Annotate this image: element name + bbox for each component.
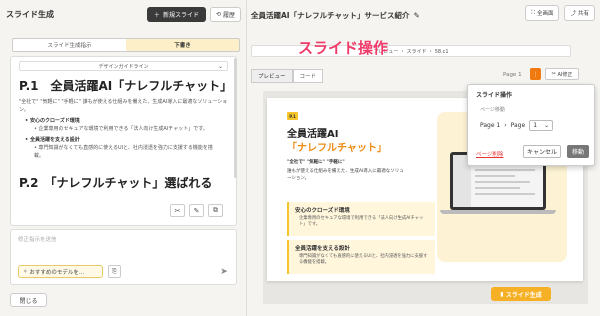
edit-title-icon[interactable]: ✎ <box>414 11 420 20</box>
card-title: 安心のクローズド環境 <box>295 208 350 214</box>
left-tabs: スライド生成指示 下書き <box>12 38 240 52</box>
ai-fix-label: AI修正 <box>557 71 573 78</box>
chevron-down-icon: ⌄ <box>217 63 223 70</box>
view-tabs: プレビュー コード <box>251 69 324 83</box>
fullscreen-label: 全画面 <box>536 11 554 17</box>
left-header: スライド生成 ＋ 新規スライド ⟲ 履歴 <box>6 5 241 23</box>
slide-page-badge: P.1 <box>287 112 298 120</box>
slide-description: 誰もが使える仕組みを備えた、生成AI導入に最適なソリューション。 <box>287 169 404 181</box>
arrow-icon: › <box>504 122 507 129</box>
to-page-label: Page <box>510 122 526 129</box>
screen-line <box>475 181 530 183</box>
instruction-input[interactable]: 修正指示を送信 ✧ おすすめのモデルを… ⎘ ➤ <box>10 229 237 285</box>
card-desc: 専門知識がなくても直感的に使えるUIと、社内浸透を強力に支援する機能を搭載。 <box>299 254 428 265</box>
model-select[interactable]: ✧ おすすめのモデルを… <box>18 265 103 278</box>
delete-page-link[interactable]: ページ削除 <box>476 150 503 158</box>
history-button[interactable]: ⟲ 履歴 <box>209 6 241 22</box>
from-page: Page 1 <box>480 122 501 129</box>
feature-card: 安心のクローズド環境 企業専用のセキュアな環境で利用できる「法人向け生成AIチャ… <box>287 202 435 236</box>
share-label: 共有 <box>577 11 589 17</box>
selected-page: 1 <box>533 122 538 129</box>
new-slide-button[interactable]: ＋ 新規スライド <box>146 6 206 22</box>
share-icon: ⤴ <box>570 11 576 17</box>
model-label: おすすめのモデルを… <box>29 269 85 276</box>
list-item: 専門知識がなくても直感的に使えるUIと、社内浸透を強力に支援する機能を搭載。 <box>25 144 222 160</box>
guide-label: デザインガイドライン <box>98 63 149 70</box>
doc-scrollbar[interactable] <box>234 58 237 178</box>
attach-icon[interactable]: ⎘ <box>108 265 121 278</box>
expand-icon: ⛶ <box>531 9 535 16</box>
slide-title-row: 全員活躍AI「ナレフルチャット」サービス紹介 ✎ <box>251 10 420 21</box>
close-button[interactable]: 閉じる <box>10 293 47 307</box>
card-desc: 企業専用のセキュアな環境で利用できる「法人向け生成AIチャット」です。 <box>299 216 424 227</box>
ai-fix-button[interactable]: ✂ AI修正 <box>545 68 579 80</box>
page-move-row: Page 1 › Page 1 ⌄ <box>480 120 554 131</box>
screen-line <box>475 187 520 189</box>
input-placeholder: 修正指示を送信 <box>18 237 57 243</box>
copy-icon[interactable]: ⧉ <box>208 204 223 217</box>
doc-toolbar: ✂ ✎ ⧉ <box>170 204 223 217</box>
history-icon: ⟲ <box>215 10 221 18</box>
screen-line <box>475 169 535 171</box>
right-actions: ⛶ 全画面 ⤴ 共有 <box>525 5 595 21</box>
doc-list: 安心のクローズド環境 企業専用のセキュアな環境で利用できる「法人向け生成AIチャ… <box>25 117 222 160</box>
overlay-annotation: スライド操作 <box>298 39 389 57</box>
slide-operation-popup: スライド操作 ページ移動 Page 1 › Page 1 ⌄ ページ削除 キャン… <box>467 84 595 166</box>
chevron-down-icon: ⌄ <box>544 122 550 129</box>
doc-intro: "全社で" "気軽に" "手軽に" 誰もが使える仕組みを備えた、生成AI導入に最… <box>19 99 228 113</box>
generate-slide-button[interactable]: ▮ スライド生成 <box>491 287 551 301</box>
screen-line <box>475 175 515 177</box>
list-item: 企業専用のセキュアな環境で利用できる「法人向け生成AIチャット」です。 <box>25 125 222 133</box>
fullscreen-button[interactable]: ⛶ 全画面 <box>525 5 560 21</box>
plus-icon: ＋ <box>153 11 160 19</box>
left-panel: スライド生成 ＋ 新規スライド ⟲ 履歴 スライド生成指示 下書き デザインガイ… <box>0 0 247 316</box>
move-button[interactable]: 移動 <box>567 145 589 158</box>
design-guideline-select[interactable]: デザインガイドライン ⌄ <box>19 61 228 71</box>
tab-instructions[interactable]: スライド生成指示 <box>13 39 126 51</box>
page-indicator: Page 1 <box>503 72 522 78</box>
feature-card: 全員活躍を支える設計 専門知識がなくても直感的に使えるUIと、社内浸透を強力に支… <box>287 240 435 274</box>
app: スライド生成 ＋ 新規スライド ⟲ 履歴 スライド生成指示 下書き デザインガイ… <box>0 0 600 316</box>
tools-icon[interactable]: ✂ <box>170 204 185 217</box>
send-icon[interactable]: ➤ <box>218 266 230 278</box>
doc-heading-1: P.1 全員活躍AI「ナレフルチャット」 <box>19 79 233 93</box>
draft-document: デザインガイドライン ⌄ P.1 全員活躍AI「ナレフルチャット」 "全社で" … <box>10 56 237 226</box>
page-move-label: ページ移動 <box>480 107 505 113</box>
slide-operation-button[interactable]: ⋮ <box>530 68 541 80</box>
page-select[interactable]: 1 ⌄ <box>529 120 554 131</box>
card-title: 全員活躍を支える設計 <box>295 246 350 252</box>
slide-title-1: 全員活躍AI <box>287 129 339 140</box>
doc-heading-2: P.2 「ナレフルチャット」選ばれる <box>19 176 213 190</box>
cancel-button[interactable]: キャンセル <box>523 145 561 158</box>
tab-draft[interactable]: 下書き <box>126 39 239 51</box>
screen-line <box>475 193 535 195</box>
slide-title: 全員活躍AI「ナレフルチャット」サービス紹介 <box>251 11 410 20</box>
tab-preview[interactable]: プレビュー <box>251 69 293 83</box>
share-button[interactable]: ⤴ 共有 <box>564 5 595 21</box>
list-item: 全員活躍を支える設計 <box>25 136 222 144</box>
panel-title: スライド生成 <box>6 9 54 19</box>
laptop-base <box>440 210 556 214</box>
list-item: 安心のクローズド環境 <box>25 117 222 125</box>
generate-label: スライド生成 <box>505 291 542 299</box>
slide-title-2: 「ナレフルチャット」 <box>287 143 387 154</box>
tab-code[interactable]: コード <box>292 69 324 83</box>
edit-icon[interactable]: ✎ <box>189 204 204 217</box>
history-label: 履歴 <box>222 11 235 19</box>
slide-tagline: "全社で" "気軽に" "手軽に" <box>287 160 345 165</box>
new-slide-label: 新規スライド <box>162 11 199 19</box>
popup-title: スライド操作 <box>476 92 513 99</box>
